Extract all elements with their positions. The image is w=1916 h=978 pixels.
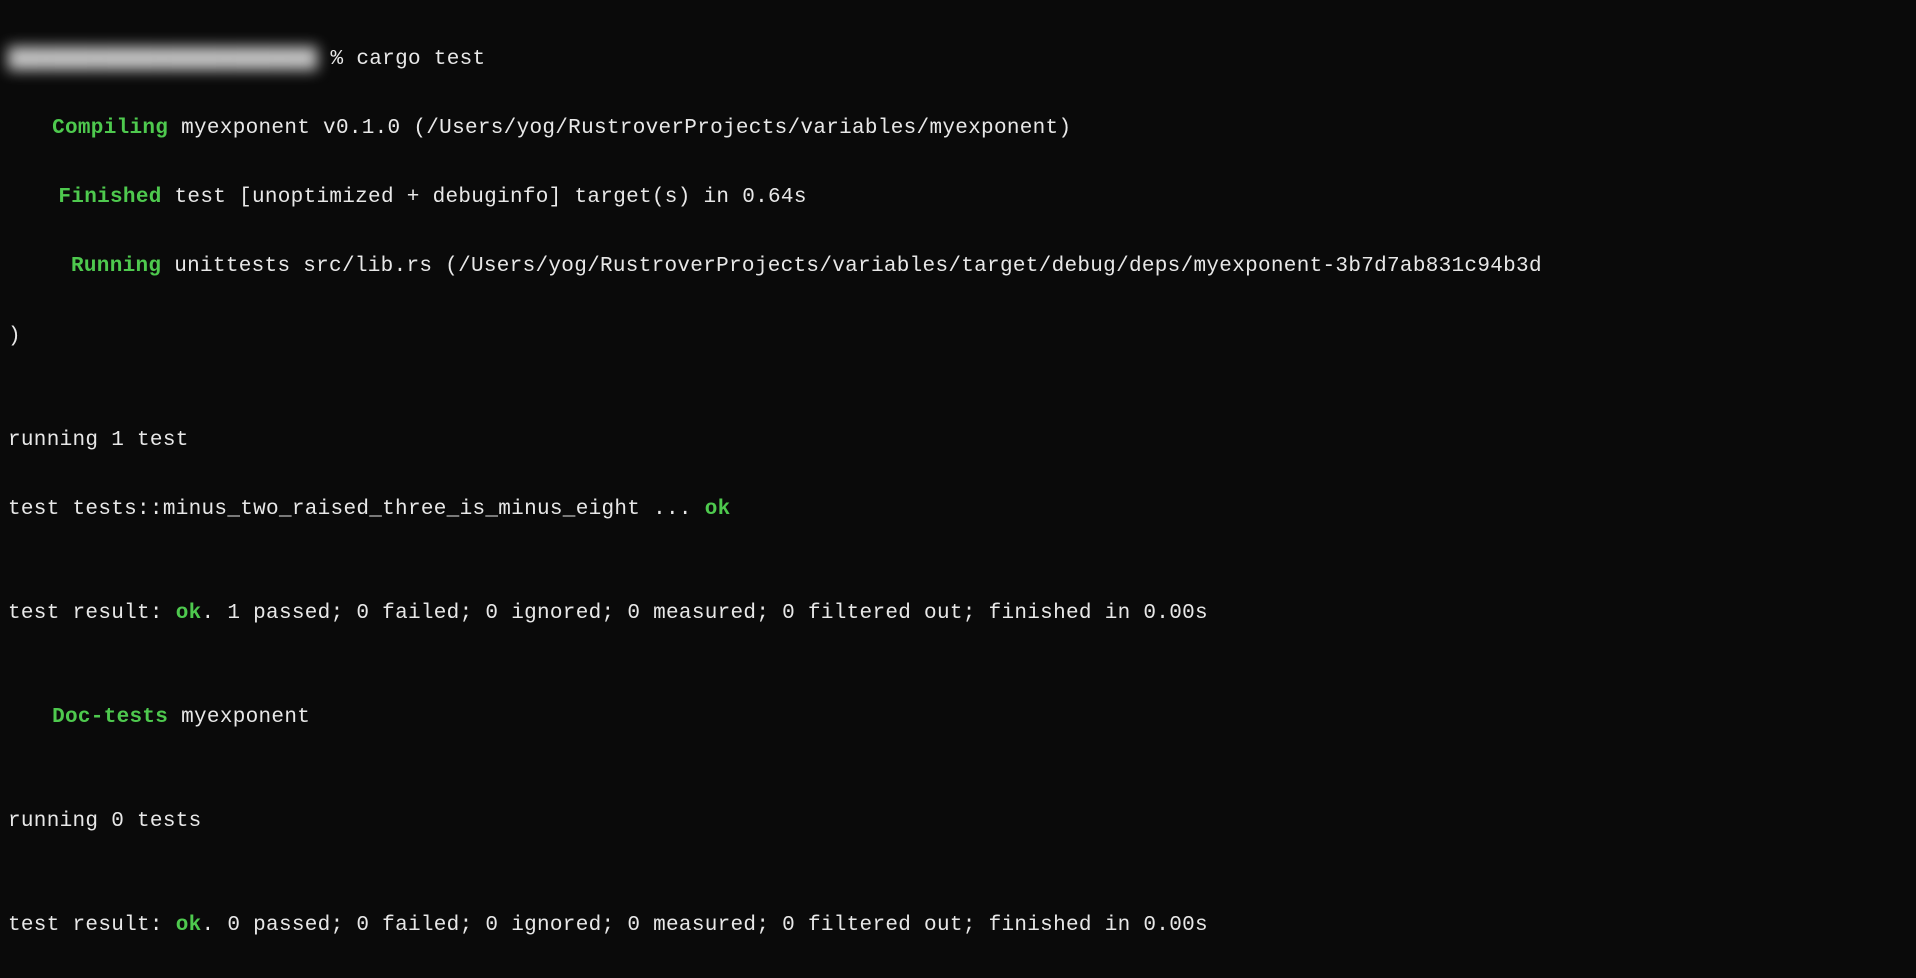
redacted-hostname: ████████████████████████ [8, 43, 318, 78]
running-label: Running [71, 255, 161, 278]
doctests-text: myexponent [168, 706, 310, 729]
test-case-status: ok [705, 498, 731, 521]
doctests-label: Doc-tests [52, 706, 168, 729]
running-text: unittests src/lib.rs (/Users/yog/Rustrov… [161, 255, 1542, 278]
typed-command: cargo test [356, 48, 485, 71]
finished-line: Finished test [unoptimized + debuginfo] … [8, 181, 1908, 216]
prompt-line[interactable]: ████████████████████████ % cargo test [8, 43, 1908, 78]
prompt-symbol: % [318, 48, 357, 71]
test-result-rest-2: . 0 passed; 0 failed; 0 ignored; 0 measu… [202, 914, 1208, 937]
running-tests-count-1: running 1 test [8, 424, 1908, 459]
test-result-status-1: ok [176, 602, 202, 625]
test-case-name: test tests::minus_two_raised_three_is_mi… [8, 498, 705, 521]
test-result-status-2: ok [176, 914, 202, 937]
finished-text: test [unoptimized + debuginfo] target(s)… [162, 186, 807, 209]
doctests-line: Doc-tests myexponent [8, 701, 1908, 736]
test-result-line-2: test result: ok. 0 passed; 0 failed; 0 i… [8, 909, 1908, 944]
test-result-rest-1: . 1 passed; 0 failed; 0 ignored; 0 measu… [202, 602, 1208, 625]
test-result-line-1: test result: ok. 1 passed; 0 failed; 0 i… [8, 597, 1908, 632]
test-result-prefix-2: test result: [8, 914, 176, 937]
compiling-text: myexponent v0.1.0 (/Users/yog/RustroverP… [168, 117, 1071, 140]
running-tests-count-2: running 0 tests [8, 805, 1908, 840]
finished-label: Finished [58, 186, 161, 209]
compiling-label: Compiling [52, 117, 168, 140]
running-line: Running unittests src/lib.rs (/Users/yog… [8, 250, 1908, 285]
test-result-prefix-1: test result: [8, 602, 176, 625]
compiling-line: Compiling myexponent v0.1.0 (/Users/yog/… [8, 112, 1908, 147]
running-close-paren: ) [8, 320, 1908, 355]
terminal-output: ████████████████████████ % cargo test Co… [8, 8, 1908, 978]
test-case-line: test tests::minus_two_raised_three_is_mi… [8, 493, 1908, 528]
